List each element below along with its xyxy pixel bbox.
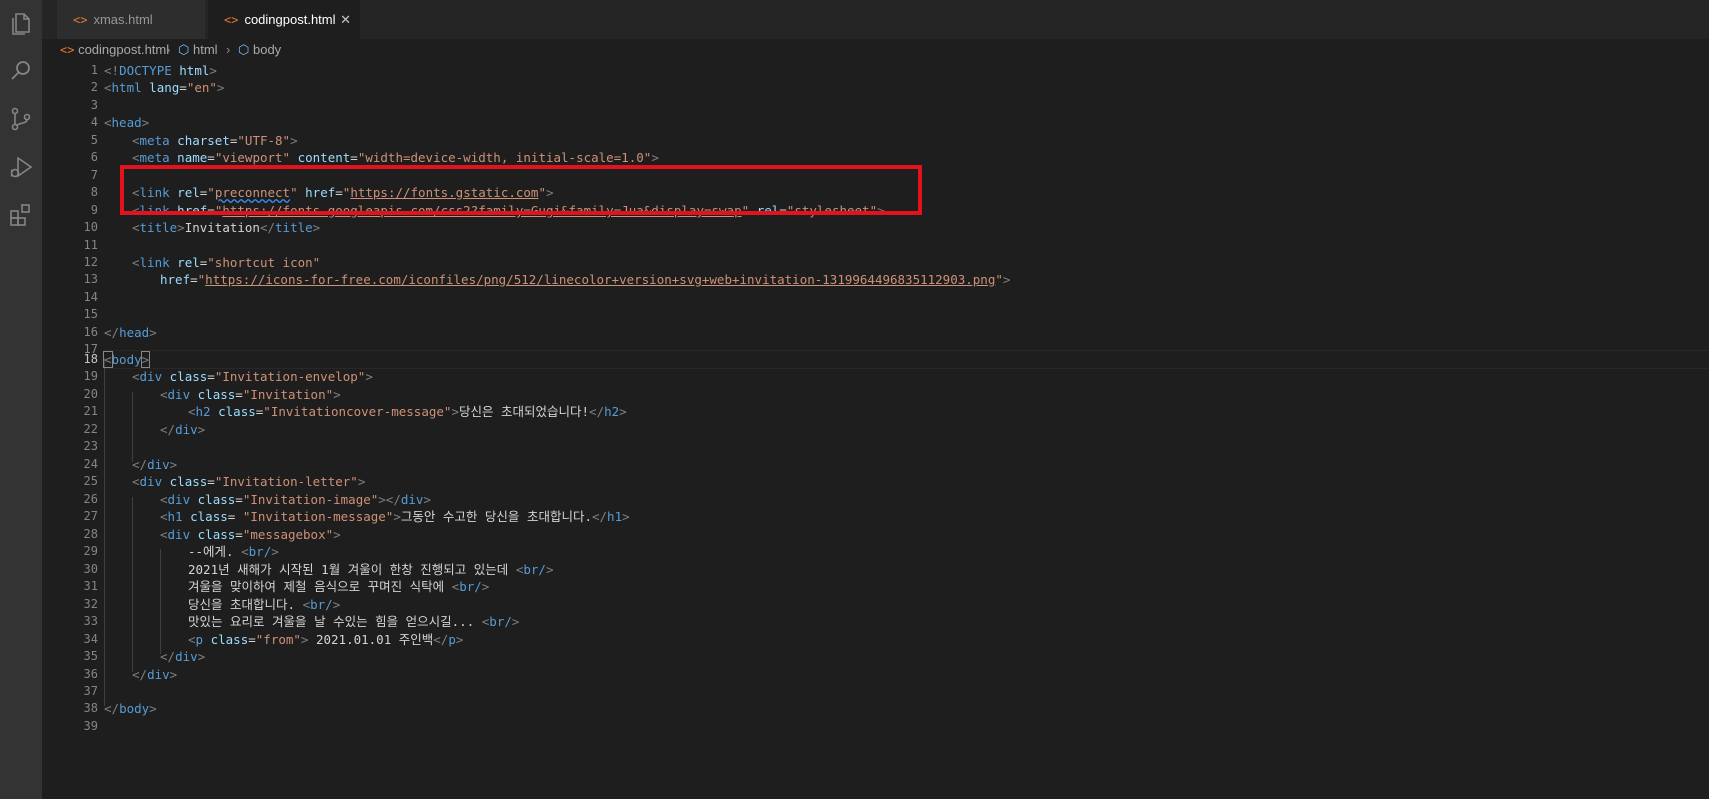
indent-guide	[160, 549, 161, 654]
search-icon[interactable]	[7, 57, 35, 85]
html-file-icon: <>	[224, 13, 239, 27]
breadcrumb: <> codingpost.html › ⬡ html › ⬡ body	[42, 39, 1709, 61]
close-icon[interactable]: ✕	[340, 0, 351, 39]
line-number: 6	[90, 150, 98, 164]
code-line: </body>	[104, 701, 157, 716]
html-file-icon: <>	[73, 13, 88, 27]
code-line: <title>Invitation</title>	[132, 220, 321, 235]
line-number: 23	[83, 439, 98, 453]
breadcrumb-file[interactable]: <> codingpost.html	[60, 39, 169, 61]
html-file-icon: <>	[60, 43, 75, 57]
code-line: </div>	[132, 667, 178, 682]
tab-label: codingpost.html	[244, 12, 336, 27]
activity-bar	[0, 0, 42, 799]
source-control-icon[interactable]	[7, 105, 35, 133]
cube-icon: ⬡	[178, 42, 190, 57]
tab-xmas-html[interactable]: <> xmas.html	[57, 0, 205, 39]
code-line: <p class="from"> 2021.01.01 주인백</p>	[188, 632, 464, 647]
code-line: <div class="Invitation-letter">	[132, 474, 366, 489]
cube-icon: ⬡	[238, 42, 250, 57]
breadcrumb-separator: ›	[166, 42, 171, 57]
line-number: 33	[83, 614, 98, 628]
breadcrumb-separator: ›	[226, 42, 231, 57]
code-line: <div class="Invitation-envelop">	[132, 369, 373, 384]
tab-label: xmas.html	[93, 12, 153, 27]
line-number: 25	[83, 474, 98, 488]
extensions-icon[interactable]	[7, 201, 35, 229]
indent-guide	[132, 392, 133, 462]
explorer-icon[interactable]	[7, 9, 35, 37]
line-number: 8	[90, 185, 98, 199]
code-line: 맛있는 요리로 겨울을 날 수있는 힘을 얻으시길... <br/>	[188, 614, 520, 629]
indent-guide	[104, 358, 105, 706]
code-line: <head>	[104, 115, 150, 130]
line-number: 13	[83, 272, 98, 286]
tab-codingpost-html[interactable]: <> codingpost.html ✕	[208, 0, 360, 39]
code-line: <h2 class="Invitationcover-message">당신은 …	[188, 404, 627, 419]
code-line: href="https://icons-for-free.com/iconfil…	[160, 272, 1011, 287]
breadcrumb-body[interactable]: ⬡ body	[238, 39, 281, 61]
line-number: 2	[90, 80, 98, 94]
line-number: 4	[90, 115, 98, 129]
line-number: 38	[83, 701, 98, 715]
indent-guide	[132, 497, 133, 672]
line-number: 29	[83, 544, 98, 558]
code-line: </div>	[160, 422, 206, 437]
code-line: <h1 class= "Invitation-message">그동안 수고한 …	[160, 509, 630, 524]
line-number: 35	[83, 649, 98, 663]
run-debug-icon[interactable]	[7, 153, 35, 181]
code-line: </div>	[160, 649, 206, 664]
line-number: 27	[83, 509, 98, 523]
code-line: 겨울을 맞이하여 제철 음식으로 꾸며진 식탁에 <br/>	[188, 579, 490, 594]
line-number: 31	[83, 579, 98, 593]
line-number: 15	[83, 307, 98, 321]
line-number: 21	[83, 404, 98, 418]
code-line: --에게. <br/>	[188, 544, 279, 559]
line-number: 10	[83, 220, 98, 234]
line-number: 19	[83, 369, 98, 383]
breadcrumb-html[interactable]: ⬡ html	[178, 39, 218, 61]
code-line: </head>	[104, 325, 157, 340]
tab-bar: <> xmas.html <> codingpost.html ✕	[42, 0, 1709, 39]
annotation-highlight-box	[120, 165, 922, 215]
code-line: <html lang="en">	[104, 80, 225, 95]
line-number: 39	[83, 719, 98, 733]
